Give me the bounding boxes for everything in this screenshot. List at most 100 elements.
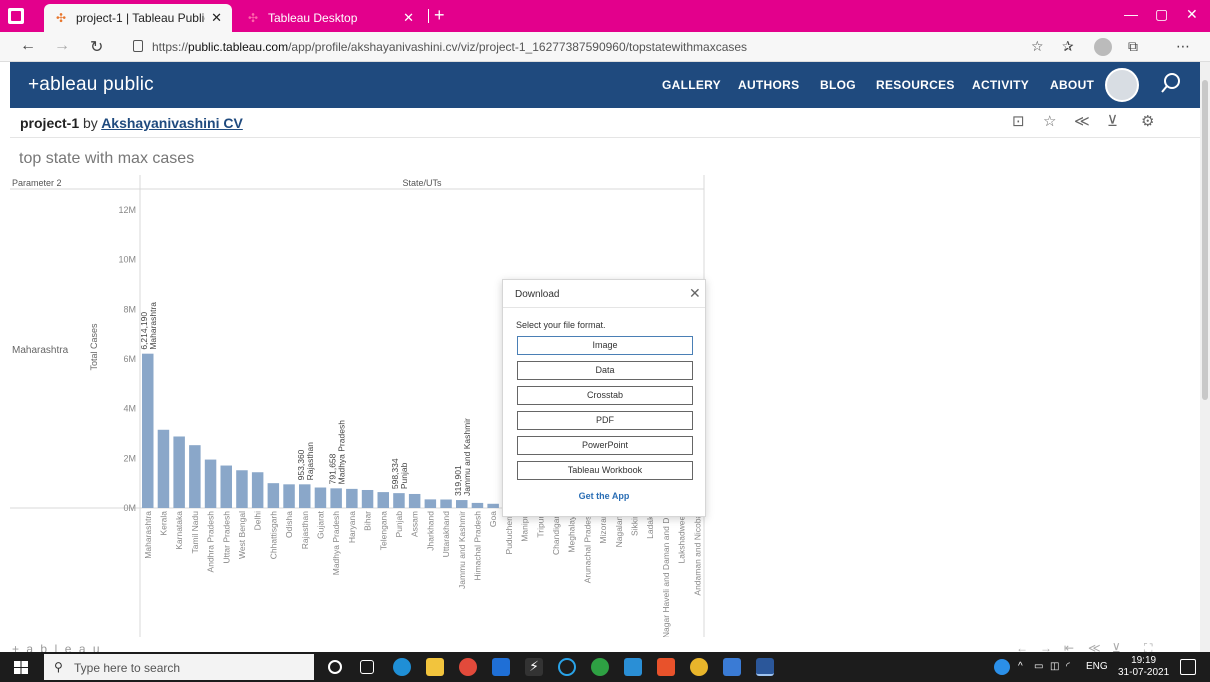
chevron-up-icon[interactable]: ^ <box>1018 661 1023 672</box>
y-tick-label: 0M <box>123 503 136 513</box>
download-workbook-button[interactable]: Tableau Workbook <box>517 461 693 480</box>
app-icon[interactable] <box>690 658 708 676</box>
row-value-label: Maharashtra <box>12 345 69 356</box>
data-label-name: Jammu and Kashmir <box>462 418 472 496</box>
notification-icon[interactable] <box>1180 659 1196 675</box>
windows-start-icon[interactable] <box>14 661 28 674</box>
more-icon[interactable]: ⋯ <box>1176 38 1190 55</box>
x-tick-label: Jharkhand <box>425 511 435 551</box>
taskbar-clock[interactable]: 19:19 31-07-2021 <box>1118 655 1169 679</box>
browser-toolbar: ← → ↻ https://public.tableau.com/app/pro… <box>0 32 1210 62</box>
x-tick-label: Tamil Nadu <box>190 511 200 554</box>
chrome-profile-icon[interactable] <box>591 658 609 676</box>
x-tick-label: Rajasthan <box>300 511 310 550</box>
collections-icon[interactable]: ⧉ <box>1128 38 1138 55</box>
download-crosstab-button[interactable]: Crosstab <box>517 386 693 405</box>
tableau-public-logo[interactable]: +ableau public <box>28 74 154 96</box>
address-bar[interactable]: https://public.tableau.com/app/profile/a… <box>152 40 747 54</box>
author-link[interactable]: Akshayanivashini CV <box>101 115 243 131</box>
avatar[interactable] <box>1105 68 1139 102</box>
viz-title: project-1 by Akshayanivashini CV <box>20 115 243 131</box>
chrome-icon[interactable] <box>459 658 477 676</box>
mail-icon[interactable] <box>492 658 510 676</box>
nav-activity[interactable]: ACTIVITY <box>972 78 1029 92</box>
bar <box>487 503 499 508</box>
bar <box>204 459 217 508</box>
download-pdf-button[interactable]: PDF <box>517 411 693 430</box>
x-tick-label: Karnataka <box>174 511 184 550</box>
language-indicator[interactable]: ENG <box>1086 661 1108 672</box>
back-icon[interactable]: ← <box>20 37 36 55</box>
worksheet-title: top state with max cases <box>19 150 195 167</box>
edge-icon[interactable] <box>393 658 411 676</box>
download-data-button[interactable]: Data <box>517 361 693 380</box>
new-tab-icon[interactable]: + <box>434 5 445 26</box>
x-tick-label: Punjab <box>394 511 404 538</box>
help-icon[interactable] <box>994 659 1010 675</box>
battery-icon[interactable]: ▭ <box>1034 661 1043 672</box>
close-tab-icon[interactable]: ✕ <box>211 10 222 26</box>
download-icon[interactable]: ⊻ <box>1107 112 1118 130</box>
office-icon[interactable] <box>657 658 675 676</box>
x-tick-label: Chhattisgarh <box>268 511 278 559</box>
metrics-icon[interactable]: ⊡ <box>1012 112 1025 130</box>
nav-about[interactable]: ABOUT <box>1050 78 1094 92</box>
dialog-title: Download <box>515 289 560 300</box>
x-tick-label: West Bengal <box>237 511 247 559</box>
bar <box>236 470 248 508</box>
app-icon[interactable] <box>624 658 642 676</box>
refresh-icon[interactable]: ↻ <box>90 37 103 57</box>
bar <box>251 472 264 508</box>
data-label-name: Rajasthan <box>305 442 315 481</box>
close-tab-icon[interactable]: ✕ <box>403 10 414 26</box>
wifi-icon[interactable]: ◜ <box>1066 661 1070 672</box>
tab-title: Tableau Desktop <box>268 11 358 25</box>
x-tick-label: Meghalaya <box>567 511 577 553</box>
cortana-ring-icon[interactable] <box>558 658 576 676</box>
profile-icon[interactable] <box>1094 38 1112 56</box>
minimize-icon[interactable]: — <box>1124 6 1138 22</box>
taskbar-search-input[interactable]: ⚲ Type here to search <box>44 654 314 680</box>
app-icon[interactable]: ⚡ <box>525 658 543 676</box>
dialog-prompt: Select your file format. <box>516 320 606 330</box>
close-icon[interactable]: ✕ <box>689 285 701 302</box>
y-tick-label: 10M <box>118 255 136 265</box>
read-aloud-icon[interactable]: ☆ <box>1031 38 1044 55</box>
file-explorer-icon[interactable] <box>426 658 444 676</box>
restore-icon[interactable]: ▢ <box>1155 6 1168 23</box>
x-tick-label: Gujarat <box>315 510 325 539</box>
network-icon[interactable]: ◫ <box>1050 661 1059 672</box>
x-tick-label: Lakshadweep <box>677 511 687 564</box>
task-view-icon[interactable] <box>360 660 374 674</box>
download-powerpoint-button[interactable]: PowerPoint <box>517 436 693 455</box>
tableau-taskbar-icon[interactable] <box>723 658 741 676</box>
scrollbar-thumb[interactable] <box>1202 80 1208 400</box>
forward-icon[interactable]: → <box>54 37 70 55</box>
download-image-button[interactable]: Image <box>517 336 693 355</box>
bar <box>283 484 295 508</box>
x-tick-label: Madhya Pradesh <box>331 511 341 576</box>
tab-actions-icon[interactable] <box>8 8 24 24</box>
nav-blog[interactable]: BLOG <box>820 78 856 92</box>
settings-gear-icon[interactable]: ⚙ <box>1141 112 1154 130</box>
data-label-name: Maharashtra <box>148 302 158 350</box>
bar <box>408 493 421 508</box>
data-label-name: Madhya Pradesh <box>336 420 346 485</box>
word-icon[interactable] <box>756 658 774 676</box>
tab-tableau-public[interactable]: ✣ project-1 | Tableau Public ✕ <box>44 4 232 32</box>
lock-icon <box>133 40 143 52</box>
dialog-divider <box>503 307 705 308</box>
get-the-app-link[interactable]: Get the App <box>503 491 705 501</box>
search-icon[interactable] <box>1160 72 1182 94</box>
favorites-icon[interactable]: ✰ <box>1062 38 1074 55</box>
favorite-star-icon[interactable]: ☆ <box>1043 112 1056 130</box>
bar <box>361 489 374 508</box>
nav-resources[interactable]: RESOURCES <box>876 78 955 92</box>
nav-gallery[interactable]: GALLERY <box>662 78 721 92</box>
cortana-icon[interactable] <box>328 660 342 674</box>
nav-authors[interactable]: AUTHORS <box>738 78 799 92</box>
y-tick-label: 2M <box>123 453 136 463</box>
close-window-icon[interactable]: ✕ <box>1186 6 1198 23</box>
share-icon[interactable]: ≪ <box>1074 112 1090 130</box>
tab-tableau-desktop[interactable]: ✣ Tableau Desktop ✕ <box>236 4 424 32</box>
